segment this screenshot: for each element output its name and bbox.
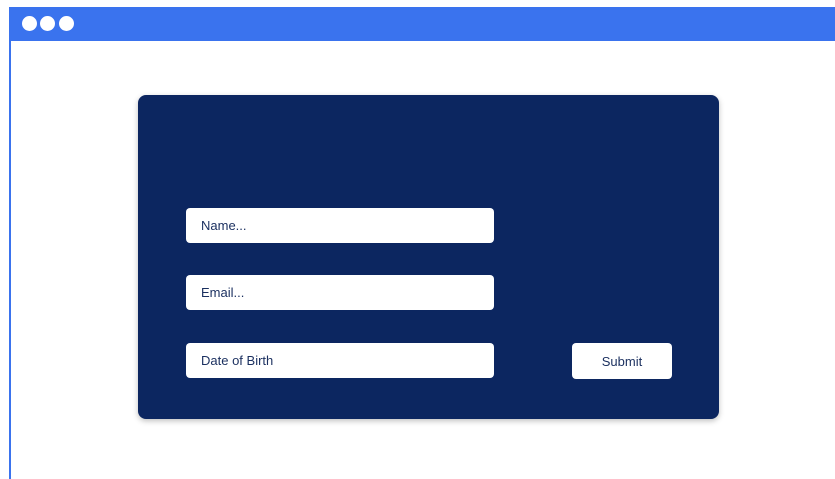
email-field-placeholder: Email... xyxy=(201,285,245,300)
window-control-dot-2[interactable] xyxy=(40,16,55,31)
name-field[interactable]: Name... xyxy=(186,208,494,243)
submit-button-label: Submit xyxy=(601,353,643,369)
form-card: Name... Email... Date of Birth Submit xyxy=(138,95,719,419)
window-titlebar xyxy=(11,7,835,41)
window-control-dot-1[interactable] xyxy=(22,16,37,31)
submit-button[interactable]: Submit xyxy=(572,343,672,379)
name-field-placeholder: Name... xyxy=(201,218,247,233)
email-field[interactable]: Email... xyxy=(186,275,494,310)
date-of-birth-field-placeholder: Date of Birth xyxy=(201,353,274,368)
window-control-dot-3[interactable] xyxy=(59,16,74,31)
date-of-birth-field[interactable]: Date of Birth xyxy=(186,343,494,378)
